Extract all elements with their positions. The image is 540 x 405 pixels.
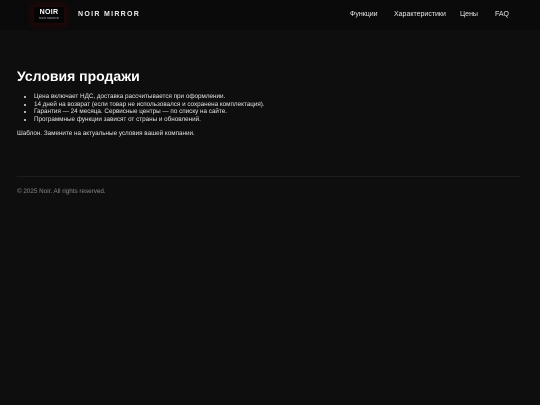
page: NOIR NOIR MIRROR NOIR MIRROR Функции Хар… [0, 0, 540, 405]
terms-item: 14 дней на возврат (если товар не исполь… [34, 101, 265, 109]
terms-item: Цена включает НДС, доставка рассчитывает… [34, 93, 265, 101]
nav-link-faq[interactable]: FAQ [495, 10, 509, 19]
logo-wordmark: NOIR [39, 9, 59, 16]
page-title: Условия продажи [17, 68, 140, 84]
nav-link-specs[interactable]: Характеристики [394, 10, 446, 19]
copyright-text: © 2025 Noir. All rights reserved. [17, 188, 106, 195]
footer-divider [17, 176, 520, 177]
logo-tagline: NOIR MIRROR [39, 17, 59, 20]
terms-list: Цена включает НДС, доставка рассчитывает… [17, 93, 265, 123]
terms-item: Программные функции зависят от страны и … [34, 116, 265, 124]
nav-link-pricing[interactable]: Цены [460, 10, 478, 19]
brand-name: NOIR MIRROR [78, 11, 141, 18]
site-header: NOIR NOIR MIRROR NOIR MIRROR Функции Хар… [0, 0, 540, 30]
logo[interactable]: NOIR NOIR MIRROR [34, 7, 64, 23]
template-note: Шаблон. Замените на актуальные условия в… [17, 130, 195, 137]
terms-item: Гарантия — 24 месяца. Сервисные центры —… [34, 108, 265, 116]
nav-link-features[interactable]: Функции [350, 10, 378, 19]
